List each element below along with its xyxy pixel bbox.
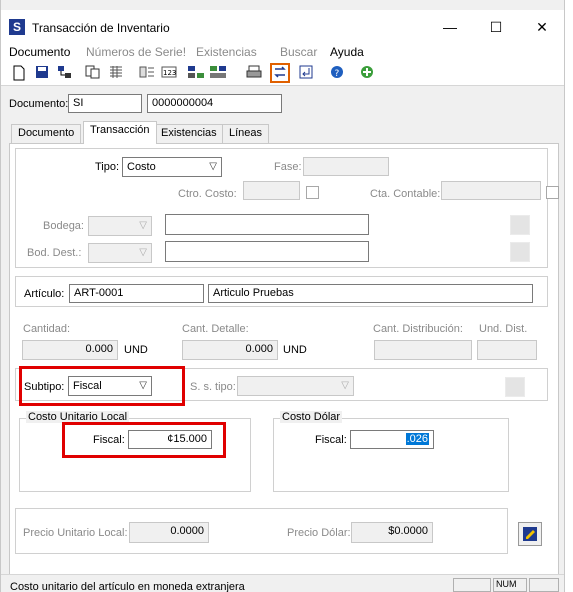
- article-description-field: Articulo Pruebas: [208, 284, 533, 303]
- bod-dest-lookup-button[interactable]: [510, 242, 530, 262]
- save-icon[interactable]: [34, 65, 50, 81]
- cta-contable-label: Cta. Contable:: [370, 188, 441, 200]
- und-dist-label: Und. Dist.: [479, 323, 528, 335]
- chevron-down-icon: ▽: [139, 247, 147, 258]
- add-icon[interactable]: [359, 65, 375, 81]
- status-pane-num: NUM: [493, 578, 527, 592]
- numbers-icon[interactable]: 123: [161, 65, 177, 81]
- precio-local-field[interactable]: 0.0000: [129, 522, 209, 543]
- maximize-button[interactable]: ☐: [473, 12, 519, 42]
- fase-label: Fase:: [274, 161, 302, 173]
- tipo-label: Tipo:: [95, 161, 120, 173]
- cta-contable-field[interactable]: [441, 181, 541, 200]
- cost-dollar-fiscal-value: .026: [405, 433, 429, 445]
- copy-icon[interactable]: [85, 65, 101, 81]
- ctro-costo-label: Ctro. Costo:: [178, 188, 237, 200]
- toolbar: 123 ?: [1, 62, 564, 86]
- menu-ayuda[interactable]: Ayuda: [330, 45, 364, 59]
- tab-transaccion[interactable]: Transacción: [83, 121, 157, 144]
- close-button[interactable]: ✕: [519, 12, 564, 42]
- app-icon: S: [9, 19, 25, 35]
- status-text: Costo unitario del artículo en moneda ex…: [10, 581, 245, 592]
- split-icon[interactable]: [139, 65, 155, 81]
- enter-icon[interactable]: [298, 65, 314, 81]
- subtipo-highlight-box: [19, 366, 185, 406]
- cant-detalle-field[interactable]: 0.000: [182, 340, 278, 360]
- edit-note-icon: [523, 527, 537, 541]
- articulo-label: Artículo:: [24, 288, 65, 300]
- status-bar: Costo unitario del artículo en moneda ex…: [1, 574, 564, 592]
- ctro-costo-field[interactable]: [243, 181, 300, 200]
- edit-price-button[interactable]: [518, 522, 542, 546]
- svg-text:123: 123: [163, 69, 176, 77]
- cost-dollar-fiscal-label: Fiscal:: [315, 434, 347, 446]
- tipo-select-value: Costo: [127, 161, 156, 173]
- cost-dollar-group-title: Costo Dólar: [280, 411, 343, 423]
- ss-tipo-select[interactable]: ▽: [237, 376, 354, 396]
- cant-distribucion-field[interactable]: [374, 340, 472, 360]
- precio-local-label: Precio Unitario Local:: [23, 527, 128, 539]
- ss-tipo-lookup-button[interactable]: [505, 377, 525, 397]
- hierarchy-icon[interactable]: [57, 65, 73, 81]
- menu-existencias[interactable]: Existencias: [196, 45, 257, 59]
- grid-icon[interactable]: [108, 65, 124, 81]
- window-title: Transacción de Inventario: [32, 21, 170, 35]
- minimize-button[interactable]: —: [427, 12, 473, 42]
- menu-numeros-serie[interactable]: Números de Serie!: [86, 45, 186, 59]
- document-type-field[interactable]: SI: [68, 94, 142, 113]
- cantidad-field[interactable]: 0.000: [22, 340, 118, 360]
- article-code-field[interactable]: ART-0001: [69, 284, 204, 303]
- documento-label: Documento:: [9, 98, 69, 110]
- bod-dest-description-field: [165, 241, 369, 262]
- print-icon[interactable]: [246, 65, 262, 81]
- chevron-down-icon: ▽: [341, 380, 349, 391]
- status-pane-scrl: [529, 578, 559, 592]
- tab-existencias[interactable]: Existencias: [154, 124, 224, 143]
- cantidad-unit: UND: [124, 344, 148, 356]
- ctro-costo-checkbox[interactable]: [306, 186, 319, 199]
- und-dist-field[interactable]: [477, 340, 537, 360]
- chevron-down-icon: ▽: [139, 220, 147, 231]
- cost-local-highlight-box: [62, 422, 226, 458]
- bodega-lookup-button[interactable]: [510, 215, 530, 235]
- tab-lineas[interactable]: Líneas: [222, 124, 270, 143]
- status-pane-caps: [453, 578, 491, 592]
- menu-bar: Documento Números de Serie! Existencias …: [1, 44, 564, 62]
- ss-tipo-label: S. s. tipo:: [190, 381, 236, 393]
- fase-field[interactable]: [303, 157, 389, 176]
- bod-dest-select[interactable]: ▽: [88, 243, 152, 263]
- svg-text:?: ?: [335, 69, 340, 79]
- cantidad-label: Cantidad:: [23, 323, 71, 335]
- tab-documento[interactable]: Documento: [11, 124, 82, 143]
- precio-dolar-field[interactable]: $0.0000: [351, 522, 433, 543]
- bodega-select[interactable]: ▽: [88, 216, 152, 236]
- cta-contable-checkbox[interactable]: [546, 186, 559, 199]
- title-bar: S Transacción de Inventario — ☐ ✕: [1, 10, 564, 44]
- bodega-description-field: [165, 214, 369, 235]
- menu-buscar[interactable]: Buscar: [280, 45, 317, 59]
- document-number-field[interactable]: 0000000004: [147, 94, 282, 113]
- cant-detalle-unit: UND: [283, 344, 307, 356]
- multi-grid-icon[interactable]: [209, 65, 226, 81]
- new-doc-icon[interactable]: [11, 65, 27, 81]
- help-icon[interactable]: ?: [329, 65, 345, 81]
- cant-distribucion-label: Cant. Distribución:: [373, 323, 463, 335]
- precio-dolar-label: Precio Dólar:: [287, 527, 351, 539]
- bodega-label: Bodega:: [43, 220, 84, 232]
- tree-icon[interactable]: [187, 65, 204, 81]
- window: S Transacción de Inventario — ☐ ✕ Docume…: [0, 0, 565, 592]
- cost-dollar-fiscal-field[interactable]: .026: [350, 430, 434, 449]
- tipo-select[interactable]: Costo ▽: [122, 157, 222, 177]
- chevron-down-icon: ▽: [209, 161, 217, 172]
- cant-detalle-label: Cant. Detalle:: [182, 323, 249, 335]
- swap-icon[interactable]: [270, 63, 290, 83]
- menu-documento[interactable]: Documento: [9, 45, 70, 59]
- bod-dest-label: Bod. Dest.:: [27, 247, 82, 259]
